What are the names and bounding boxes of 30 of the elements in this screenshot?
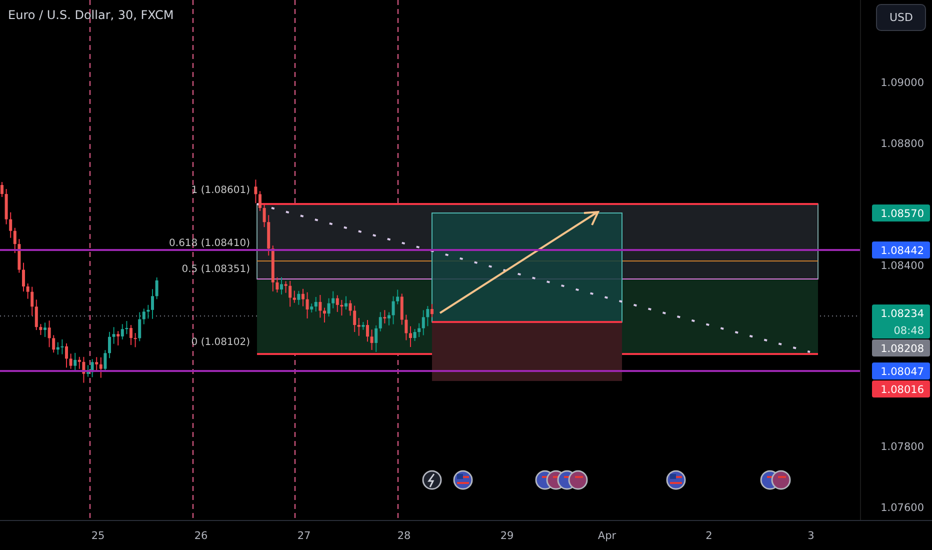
price-tag: 1.08234 08:48 xyxy=(872,304,930,338)
fibonacci-level-label: 0.5 (1.08351) xyxy=(182,264,250,275)
time-axis-label: 26 xyxy=(194,530,208,542)
flag-icon[interactable] xyxy=(453,470,473,490)
price-axis-label: 1.09000 xyxy=(880,77,924,89)
time-axis-label: 28 xyxy=(397,530,411,542)
time-axis-label: 27 xyxy=(297,530,311,542)
price-tag: 1.08570 xyxy=(872,204,930,222)
price-tag: 1.08442 xyxy=(872,242,930,258)
flag-stack-icon[interactable] xyxy=(535,470,588,490)
lightning-icon[interactable] xyxy=(422,470,442,490)
price-axis-label: 1.08800 xyxy=(880,138,924,150)
time-axis-label: 25 xyxy=(91,530,105,542)
price-axis-label: 1.07600 xyxy=(880,502,924,514)
price-tag: 1.08208 xyxy=(872,340,930,356)
fibonacci-level-label: 0 (1.08102) xyxy=(191,337,250,348)
flag-stack-icon[interactable] xyxy=(760,470,791,490)
fibonacci-level-label: 0.618 (1.08410) xyxy=(169,238,250,249)
time-axis-label: 29 xyxy=(500,530,514,542)
fibonacci-level-label: 1 (1.08601) xyxy=(191,185,250,196)
chart-title: Euro / U.S. Dollar, 30, FXCM xyxy=(8,8,174,22)
price-axis-label: 1.07800 xyxy=(880,441,924,453)
time-axis-label: 3 xyxy=(808,530,814,542)
flag-icon[interactable] xyxy=(666,470,686,490)
price-tag: 1.08016 xyxy=(872,380,930,398)
time-axis-label: Apr xyxy=(598,530,616,542)
time-axis-label: 2 xyxy=(706,530,712,542)
price-tag: 1.08047 xyxy=(872,362,930,380)
currency-button[interactable]: USD xyxy=(876,4,926,31)
price-axis-label: 1.08400 xyxy=(880,260,924,272)
